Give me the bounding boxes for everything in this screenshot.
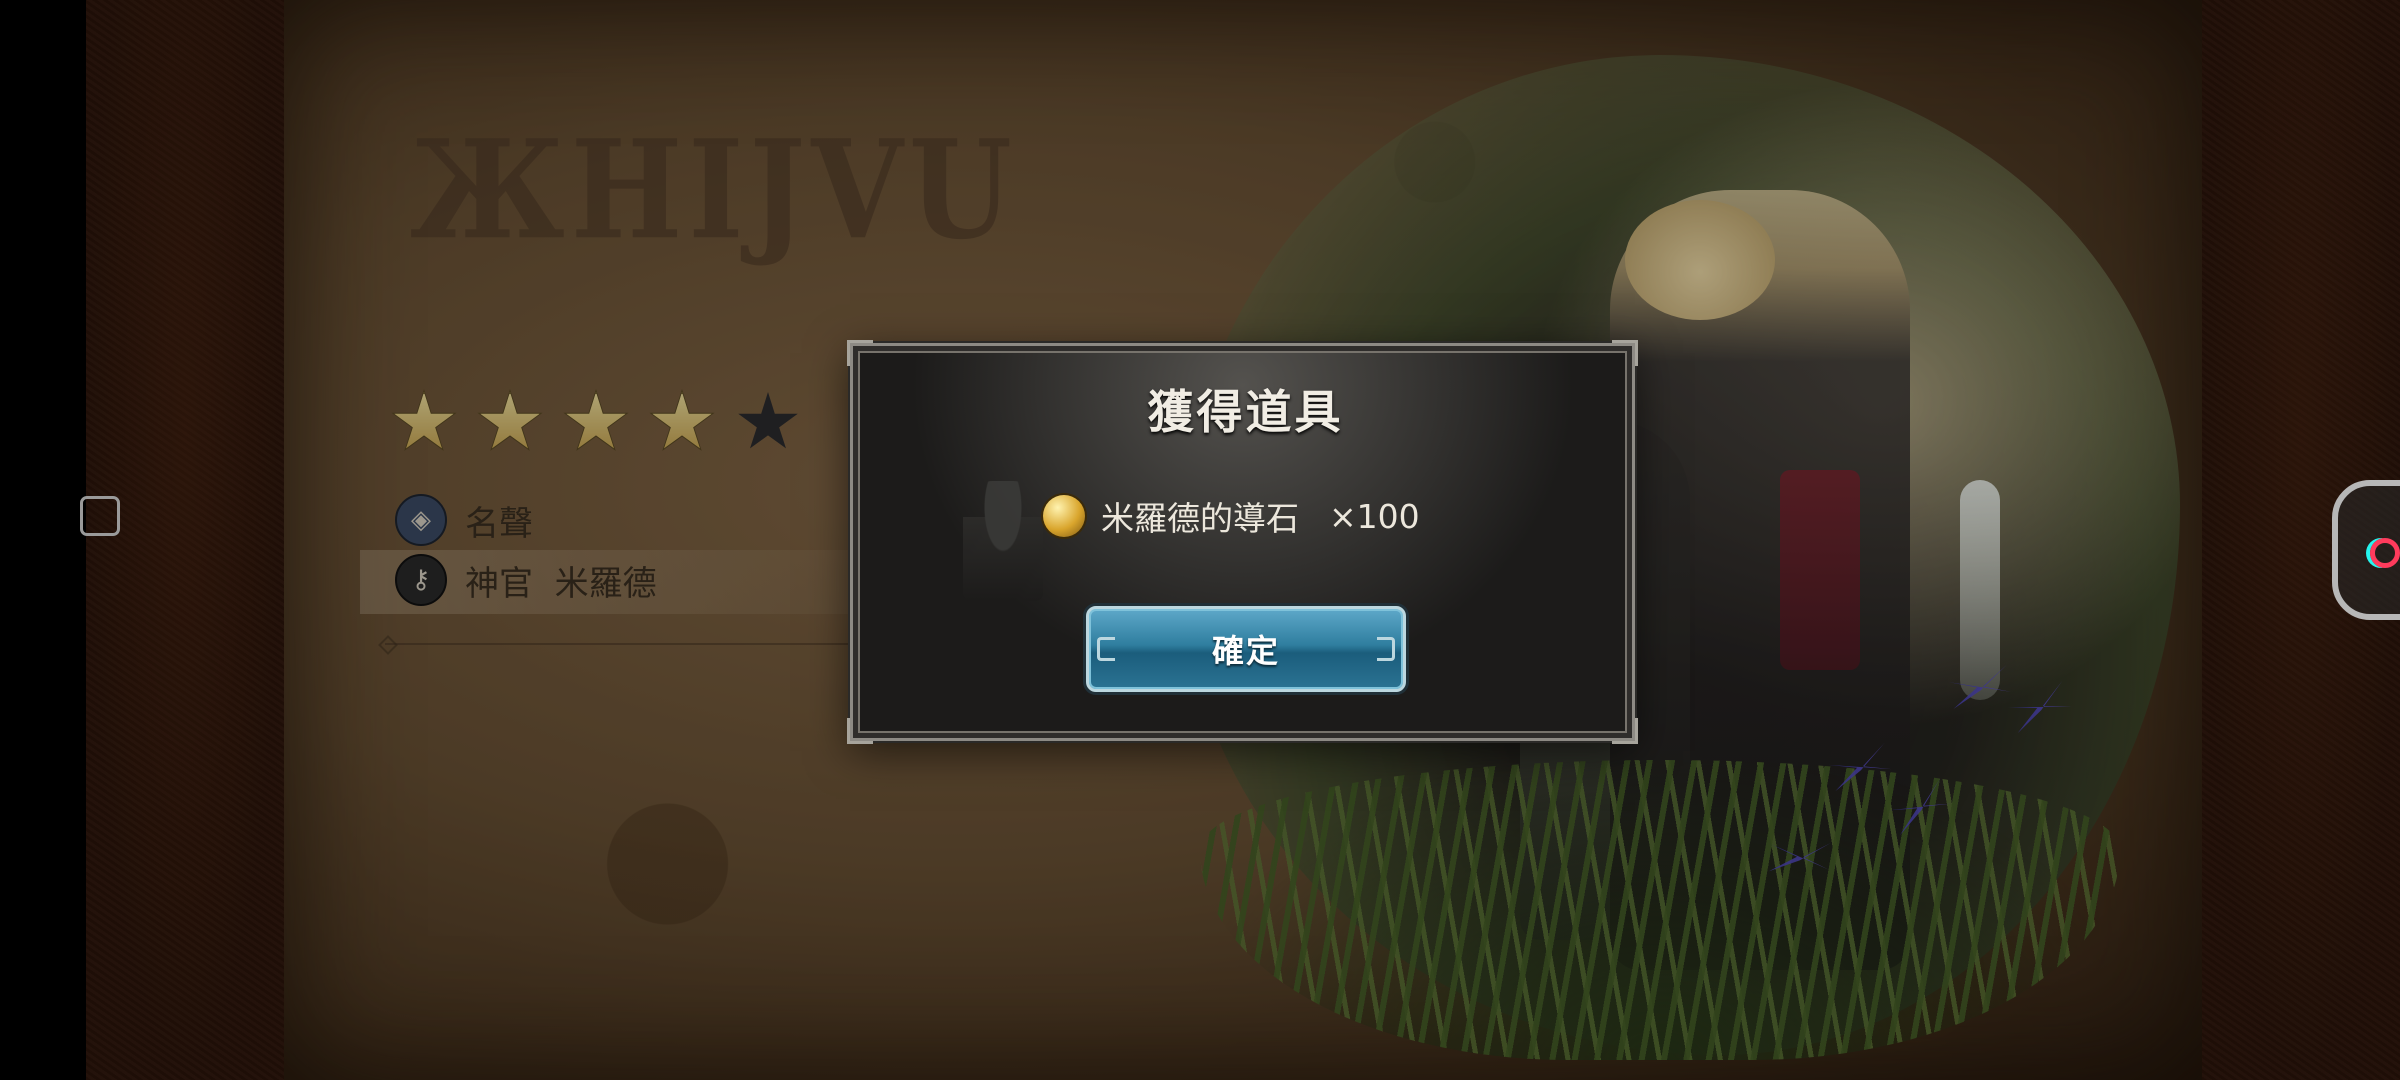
dialog-corner: [1612, 718, 1638, 744]
guide-stone-icon: [1043, 495, 1085, 537]
item-obtained-dialog: 獲得道具 米羅德的導石 ×100 確定: [847, 340, 1638, 744]
left-system-bar: [0, 0, 86, 1080]
item-name: 米羅德的導石: [1101, 499, 1299, 538]
dialog-corner: [847, 718, 873, 744]
character-sprite: [963, 481, 1043, 601]
confirm-button[interactable]: 確定: [1086, 606, 1406, 692]
tiktok-icon: [2370, 538, 2400, 568]
dialog-corner: [1612, 340, 1638, 366]
dialog-corner: [847, 340, 873, 366]
recent-apps-icon[interactable]: [80, 496, 120, 536]
dialog-title: 獲得道具: [1147, 385, 1344, 439]
game-screen: ЖНIJVU ◈ 名聲 ⚷ 神官 米羅德 獲得道具 米羅德的導石 ×100 確定: [0, 0, 2400, 1080]
item-quantity: ×100: [1329, 496, 1420, 536]
obtained-item-row: 米羅德的導石 ×100: [1043, 486, 1420, 546]
